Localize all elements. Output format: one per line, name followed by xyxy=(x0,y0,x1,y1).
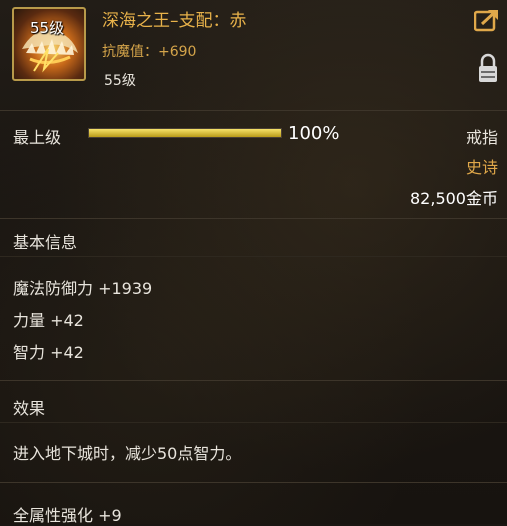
divider xyxy=(0,218,507,219)
item-name: 深海之王–支配：赤 xyxy=(102,11,247,31)
stat-intelligence: 智力 +42 xyxy=(13,343,84,362)
effect-title: 效果 xyxy=(13,399,46,418)
divider xyxy=(0,422,507,423)
equipment-slot: 戒指 xyxy=(465,128,498,147)
resistance-value: 抗魔值：+690 xyxy=(102,44,197,60)
basic-info-title: 基本信息 xyxy=(13,233,78,252)
stat-magic-defense: 魔法防御力 +1939 xyxy=(13,279,153,298)
upgrade-progress-fill xyxy=(89,129,281,137)
all-attribute-enhance: 全属性强化 +9 xyxy=(13,506,122,525)
upgrade-progress-bar xyxy=(88,128,282,138)
item-tooltip-panel: 55级 深海之王–支配：赤 抗魔值：+690 55级 最上级 100% 戒指 史… xyxy=(0,0,507,525)
ring-item-icon[interactable]: 55级 xyxy=(12,7,86,81)
item-header: 55级 深海之王–支配：赤 抗魔值：+690 55级 xyxy=(0,0,507,108)
effect-text: 进入地下城时，减少50点智力。 xyxy=(13,444,242,463)
required-level: 55级 xyxy=(104,73,136,89)
upgrade-percent: 100% xyxy=(288,123,340,144)
divider xyxy=(0,256,507,257)
divider xyxy=(0,380,507,381)
sell-price: 82,500金币 xyxy=(410,189,498,208)
stat-strength: 力量 +42 xyxy=(13,311,84,330)
divider xyxy=(0,482,507,483)
share-icon[interactable] xyxy=(474,8,500,32)
upgrade-label: 最上级 xyxy=(13,128,62,147)
icon-level-badge: 55级 xyxy=(30,19,65,37)
rarity-label: 史诗 xyxy=(465,158,498,177)
lock-icon[interactable] xyxy=(478,52,498,84)
divider xyxy=(0,110,507,111)
